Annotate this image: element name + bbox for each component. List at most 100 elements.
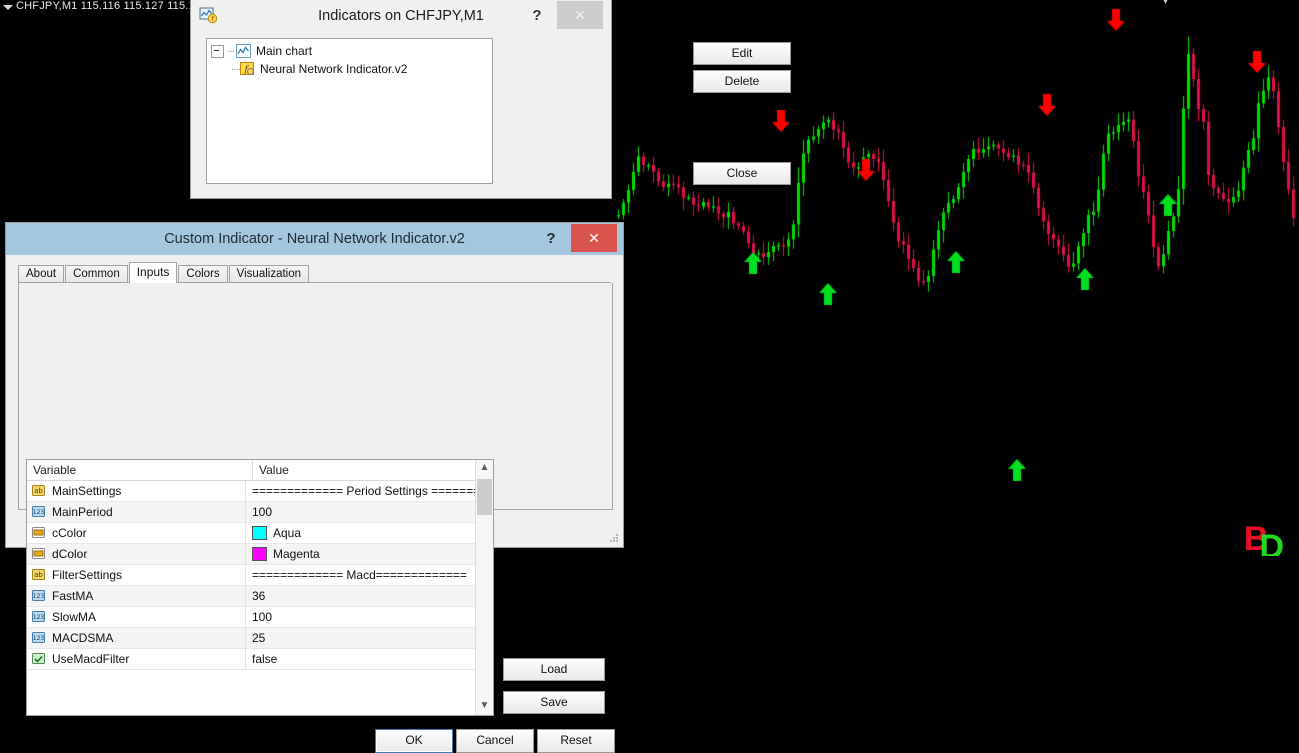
parameter-name: cColor [52, 526, 87, 540]
help-button[interactable]: ? [525, 4, 549, 28]
indicator-tree[interactable]: ··· Main chart ···· f Neural Network Ind… [206, 38, 493, 184]
parameter-value-cell[interactable]: 100 [246, 607, 493, 627]
parameter-value-cell[interactable]: ============= Period Settings =======... [246, 481, 493, 501]
parameter-value: Magenta [273, 547, 320, 561]
help-button[interactable]: ? [539, 227, 563, 251]
scroll-up-icon[interactable]: ▲ [476, 460, 493, 477]
parameter-row[interactable]: ab FilterSettings ============= Macd======… [27, 565, 493, 586]
tab-common[interactable]: Common [65, 265, 128, 283]
parameter-value-cell[interactable]: 36 [246, 586, 493, 606]
svg-text:123: 123 [33, 593, 45, 600]
parameter-value-cell[interactable]: Aqua [246, 523, 493, 543]
edit-button[interactable]: Edit [693, 42, 791, 65]
parameter-variable-cell[interactable]: ab MainSettings [27, 481, 246, 501]
parameter-name: MainPeriod [52, 505, 113, 519]
parameter-value: 100 [252, 610, 273, 624]
scroll-down-icon[interactable]: ▼ [476, 698, 493, 715]
parameter-value-cell[interactable]: ============= Macd============= [246, 565, 493, 585]
cancel-button[interactable]: Cancel [456, 729, 534, 753]
column-header-value: Value [259, 463, 289, 477]
grid-header-row: Variable Value [27, 460, 493, 481]
parameter-variable-cell[interactable]: UseMacdFilter [27, 649, 246, 669]
watermark-letter-d: D [1259, 528, 1284, 556]
custom-indicator-title: Custom Indicator - Neural Network Indica… [164, 231, 465, 247]
resize-grip[interactable] [608, 532, 620, 544]
color-type-icon [32, 547, 46, 561]
parameter-name: UseMacdFilter [52, 652, 130, 666]
parameter-name: MainSettings [52, 484, 122, 498]
crosshair-marker-icon: ▾ [1163, 0, 1169, 7]
parameter-variable-cell[interactable]: 123 SlowMA [27, 607, 246, 627]
tree-connector-icon: ···· [231, 63, 241, 75]
close-icon[interactable]: ✕ [571, 224, 617, 252]
indicators-dialog[interactable]: f Indicators on CHFJPY,M1 ? ✕ ··· Main c… [190, 0, 791, 199]
caret-down-icon[interactable] [3, 5, 13, 10]
parameter-row[interactable]: 123 FastMA 36 [27, 586, 493, 607]
string-type-icon: ab [32, 484, 46, 498]
custom-indicator-icon: f [240, 62, 255, 76]
parameter-name: MACDSMA [52, 631, 114, 645]
parameter-value: Aqua [273, 526, 302, 540]
color-swatch-icon [252, 526, 267, 540]
string-type-icon: ab [32, 568, 46, 582]
svg-text:123: 123 [33, 635, 45, 642]
tree-item-main-chart[interactable]: ··· Main chart [207, 42, 492, 60]
svg-text:ab: ab [34, 571, 43, 579]
integer-type-icon: 123 [32, 589, 46, 603]
tree-item-neural-network-indicator[interactable]: ···· f Neural Network Indicator.v2 [207, 60, 492, 78]
grid-scrollbar[interactable]: ▲ ▼ [475, 460, 493, 715]
tab-bar[interactable]: About Common Inputs Colors Visualization [18, 262, 613, 283]
tab-visualization[interactable]: Visualization [228, 265, 310, 283]
ok-button[interactable]: OK [375, 729, 453, 753]
parameter-name: FastMA [52, 589, 94, 603]
parameters-grid[interactable]: Variable Value ab MainSettings ===========… [26, 459, 494, 716]
parameter-row[interactable]: ab MainSettings ============= Period Setti… [27, 481, 493, 502]
column-header-variable: Variable [27, 460, 253, 480]
scrollbar-thumb[interactable] [477, 479, 492, 515]
reset-button[interactable]: Reset [537, 729, 615, 753]
color-swatch-icon [252, 547, 267, 561]
parameter-variable-cell[interactable]: 123 MainPeriod [27, 502, 246, 522]
parameter-value-cell[interactable]: Magenta [246, 544, 493, 564]
parameter-row[interactable]: 123 SlowMA 100 [27, 607, 493, 628]
tree-item-label: Main chart [256, 44, 313, 58]
brand-watermark: BD [1244, 518, 1293, 556]
boolean-type-icon [32, 652, 46, 666]
custom-indicator-titlebar[interactable]: Custom Indicator - Neural Network Indica… [6, 223, 623, 255]
indicators-dialog-titlebar[interactable]: f Indicators on CHFJPY,M1 ? ✕ [191, 0, 611, 32]
tab-inputs[interactable]: Inputs [128, 262, 178, 283]
parameter-row[interactable]: UseMacdFilter false [27, 649, 493, 670]
parameter-row[interactable]: dColor Magenta [27, 544, 493, 565]
parameter-value-cell[interactable]: 25 [246, 628, 493, 648]
parameter-value: 36 [252, 589, 266, 603]
parameter-variable-cell[interactable]: cColor [27, 523, 246, 543]
custom-indicator-dialog[interactable]: Custom Indicator - Neural Network Indica… [5, 222, 624, 753]
integer-type-icon: 123 [32, 505, 46, 519]
parameter-variable-cell[interactable]: ab FilterSettings [27, 565, 246, 585]
parameter-variable-cell[interactable]: 123 MACDSMA [27, 628, 246, 648]
load-button[interactable]: Load [503, 658, 605, 681]
integer-type-icon: 123 [32, 610, 46, 624]
integer-type-icon: 123 [32, 631, 46, 645]
parameter-value: ============= Period Settings =======... [252, 484, 491, 498]
color-type-icon [32, 526, 46, 540]
delete-button[interactable]: Delete [693, 70, 791, 93]
parameter-value-cell[interactable]: false [246, 649, 493, 669]
parameter-variable-cell[interactable]: 123 FastMA [27, 586, 246, 606]
parameter-variable-cell[interactable]: dColor [27, 544, 246, 564]
parameter-row[interactable]: 123 MACDSMA 25 [27, 628, 493, 649]
parameter-value-cell[interactable]: 100 [246, 502, 493, 522]
chart-indicator-icon [236, 44, 251, 58]
parameter-row[interactable]: 123 MainPeriod 100 [27, 502, 493, 523]
tab-colors[interactable]: Colors [178, 265, 228, 283]
parameter-name: SlowMA [52, 610, 97, 624]
close-icon[interactable]: ✕ [557, 1, 603, 29]
grid-body[interactable]: ab MainSettings ============= Period Setti… [27, 481, 493, 670]
svg-text:123: 123 [33, 614, 45, 621]
tree-collapse-icon[interactable] [211, 44, 224, 58]
save-button[interactable]: Save [503, 691, 605, 714]
parameter-row[interactable]: cColor Aqua [27, 523, 493, 544]
parameter-name: FilterSettings [52, 568, 123, 582]
close-button[interactable]: Close [693, 162, 791, 185]
tab-about[interactable]: About [18, 265, 65, 283]
